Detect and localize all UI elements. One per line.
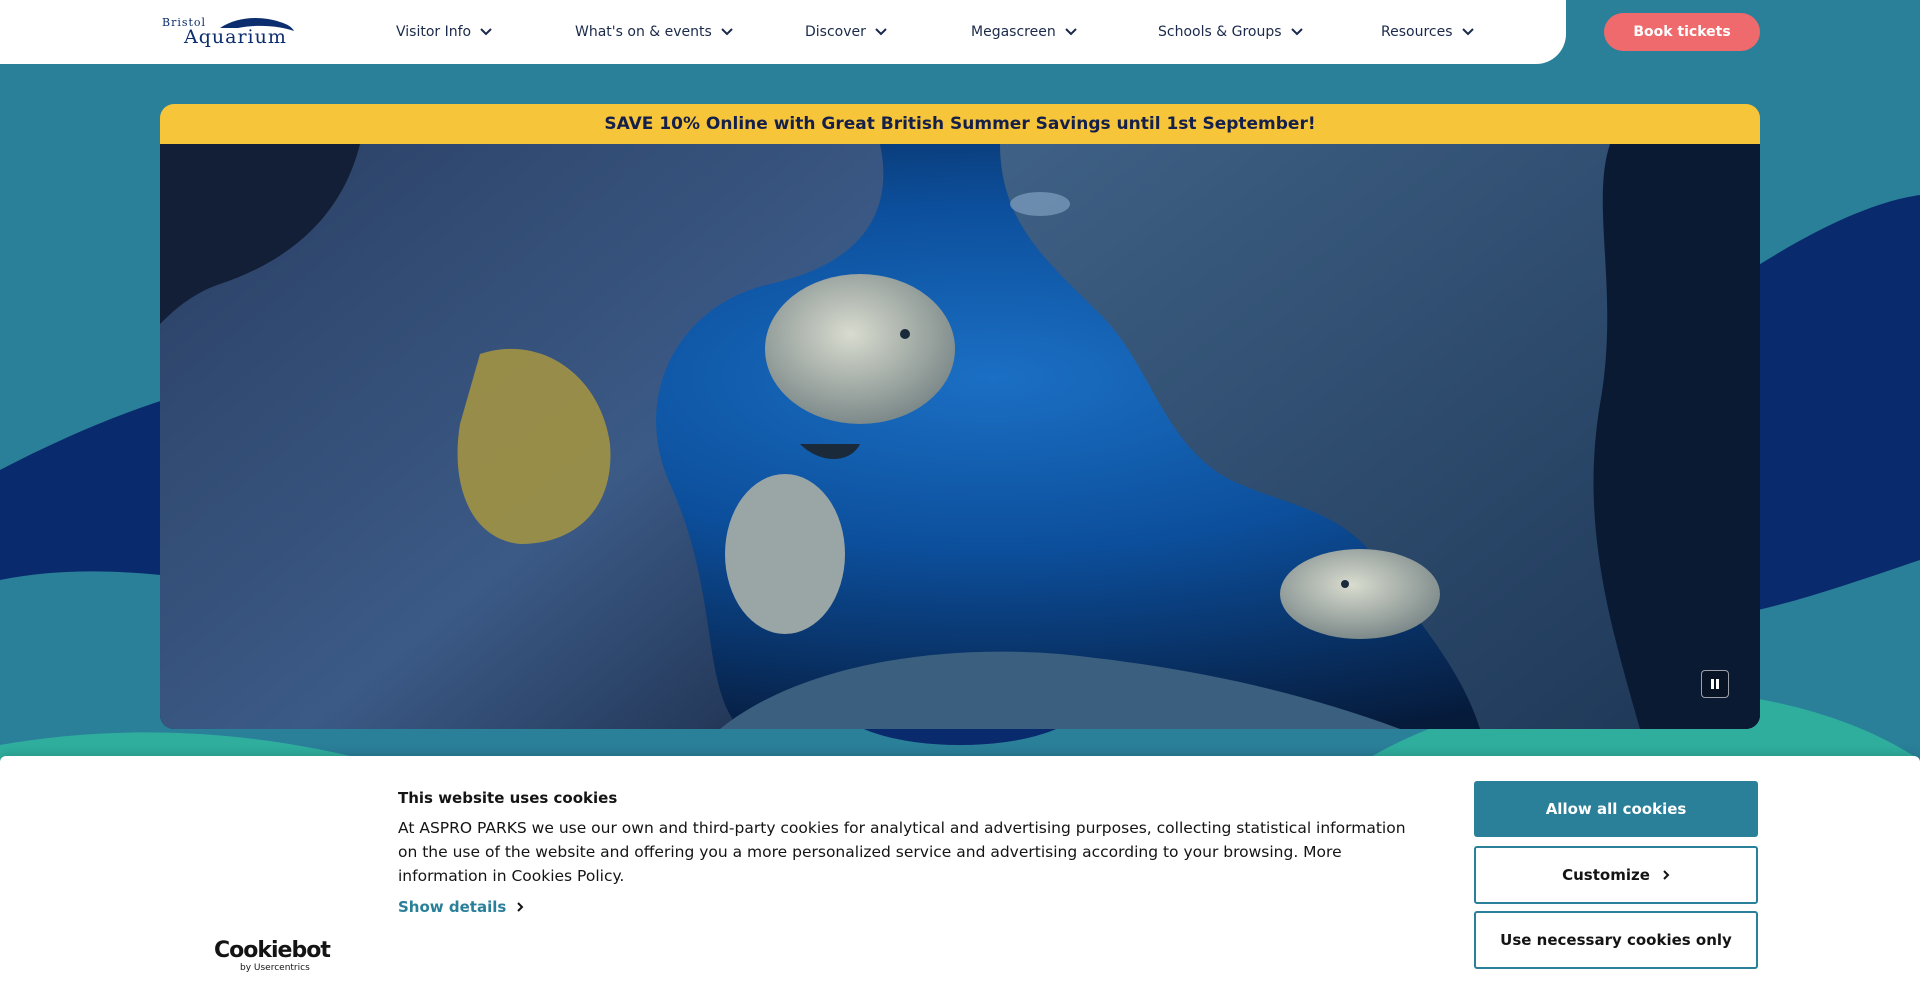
nav-schools-groups[interactable]: Schools & Groups [1158,22,1304,42]
necessary-only-label: Use necessary cookies only [1500,931,1732,949]
show-details-label: Show details [398,898,507,916]
nav-megascreen[interactable]: Megascreen [971,22,1078,42]
hero-section: SAVE 10% Online with Great British Summe… [160,104,1760,729]
hero-video[interactable] [160,144,1760,729]
site-header: Bristol Aquarium Visitor Info What's on … [0,0,1566,64]
bristol-aquarium-logo[interactable]: Bristol Aquarium [160,14,296,50]
chevron-down-icon [1461,28,1474,36]
pause-video-button[interactable] [1701,670,1729,698]
customize-cookies-button[interactable]: Customize [1474,846,1758,904]
cookie-description: At ASPRO PARKS we use our own and third-… [398,819,1406,885]
book-tickets-button[interactable]: Book tickets [1604,13,1760,51]
chevron-down-icon [1064,28,1077,36]
nav-visitor-info[interactable]: Visitor Info [396,22,493,42]
chevron-down-icon [480,28,492,36]
promo-banner[interactable]: SAVE 10% Online with Great British Summe… [160,104,1760,144]
nav-label: Megascreen [971,24,1056,40]
customize-label: Customize [1562,866,1650,884]
cookie-title: This website uses cookies [398,789,618,807]
promo-text: SAVE 10% Online with Great British Summe… [604,114,1316,134]
nav-label: Schools & Groups [1158,24,1282,40]
nav-label: What's on & events [575,24,712,40]
chevron-down-icon [1290,28,1303,36]
nav-resources[interactable]: Resources [1381,22,1475,42]
chevron-right-icon [1663,870,1670,880]
cookiebot-logo: Cookiebot by Usercentrics [214,938,331,974]
allow-all-cookies-button[interactable]: Allow all cookies [1474,781,1758,837]
chevron-right-icon [517,902,524,912]
nav-label: Resources [1381,24,1453,40]
necessary-cookies-button[interactable]: Use necessary cookies only [1474,911,1758,969]
cookie-banner: Cookiebot by Usercentrics This website u… [0,756,1920,993]
chevron-down-icon [721,28,733,36]
nav-whats-on[interactable]: What's on & events [575,22,734,42]
nav-discover[interactable]: Discover [805,22,888,42]
cookiebot-logo-text: Cookiebot [214,938,331,963]
nav-label: Discover [805,24,866,40]
show-details-link[interactable]: Show details [398,898,524,916]
pause-icon [1711,679,1719,689]
chevron-down-icon [875,28,887,36]
cookiebot-logo-subtext: by Usercentrics [240,963,310,973]
logo-text-bottom: Aquarium [184,26,287,48]
nav-label: Visitor Info [396,24,472,40]
allow-all-label: Allow all cookies [1545,800,1687,818]
